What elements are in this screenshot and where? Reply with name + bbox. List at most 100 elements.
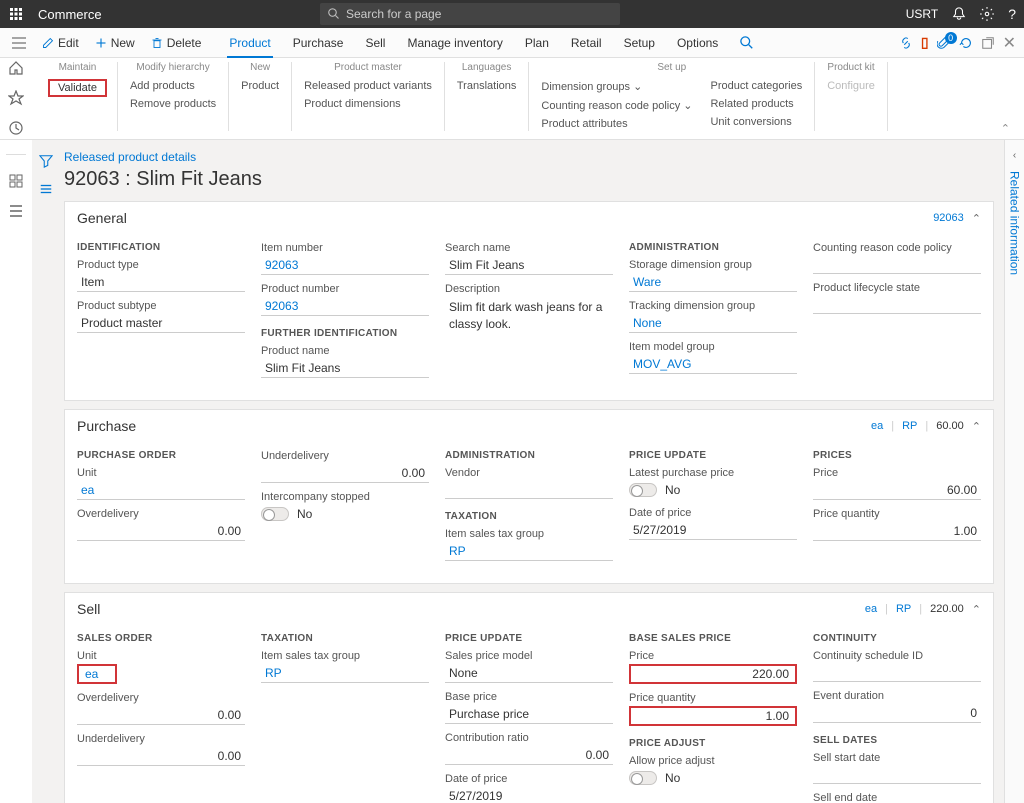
related-info-panel[interactable]: ‹ Related information [1004,140,1024,803]
latest-price-toggle[interactable] [629,483,657,497]
event-duration-field[interactable]: 0 [813,704,981,723]
categories-button[interactable]: Product categories [708,79,804,93]
workspaces-icon[interactable] [8,173,24,189]
storage-group-field[interactable]: Ware [629,273,797,292]
ribbon-group-setup-title: Set up [539,62,804,73]
purchase-overdelivery-field[interactable]: 0.00 [77,522,245,541]
sell-underdelivery-field[interactable]: 0.00 [77,747,245,766]
notifications-icon[interactable] [952,7,966,21]
sales-price-model-field[interactable]: None [445,664,613,683]
purchase-price-field[interactable]: 60.00 [813,481,981,500]
base-price-field[interactable]: Purchase price [445,705,613,724]
sell-qty-field[interactable]: 1.00 [629,706,797,726]
modules-icon[interactable] [8,203,24,219]
app-header: Commerce Search for a page USRT ? [0,0,1024,28]
popout-icon[interactable] [981,36,995,50]
delete-button[interactable]: Delete [145,36,208,50]
ribbon: Maintain Validate Modify hierarchy Add p… [0,58,1024,140]
sell-start-date-field[interactable] [813,766,981,784]
edit-button[interactable]: Edit [36,36,85,50]
attributes-button[interactable]: Product attributes [539,117,694,131]
purchase-date-field[interactable]: 5/27/2019 [629,521,797,540]
add-products-button[interactable]: Add products [128,79,218,93]
intercompany-toggle[interactable] [261,507,289,521]
tab-sell[interactable]: Sell [355,28,395,58]
tab-plan[interactable]: Plan [515,28,559,58]
product-subtype-field[interactable]: Product master [77,314,245,333]
list-icon[interactable] [39,182,53,196]
general-header[interactable]: General 92063 ⌃ [65,202,993,234]
ribbon-group-kit-title: Product kit [825,62,877,73]
tab-manage-inventory[interactable]: Manage inventory [397,28,512,58]
help-icon[interactable]: ? [1008,6,1016,22]
tab-options[interactable]: Options [667,28,728,58]
home-icon[interactable] [8,60,24,76]
purchase-qty-field[interactable]: 1.00 [813,522,981,541]
breadcrumb[interactable]: Released product details [64,150,994,164]
favorites-icon[interactable] [8,90,24,106]
sell-unit-field[interactable]: ea [77,664,117,684]
related-button[interactable]: Related products [708,97,804,111]
dim-groups-button[interactable]: Dimension groups ⌄ [539,79,694,94]
user-label[interactable]: USRT [906,7,938,21]
product-type-field[interactable]: Item [77,273,245,292]
chevron-up-icon[interactable]: ⌃ [972,420,981,433]
description-field[interactable]: Slim fit dark wash jeans for a classy lo… [445,297,613,335]
code-policy-button[interactable]: Counting reason code policy ⌄ [539,98,694,113]
ribbon-collapse-icon[interactable]: ⌃ [1001,122,1010,135]
settings-icon[interactable] [980,7,994,21]
new-product-button[interactable]: Product [239,79,281,93]
close-icon[interactable]: ✕ [1003,33,1016,53]
purchase-underdelivery-field[interactable]: 0.00 [261,464,429,483]
purchase-header[interactable]: Purchase ea| RP| 60.00 ⌃ [65,410,993,442]
translations-button[interactable]: Translations [455,79,519,93]
unitconv-button[interactable]: Unit conversions [708,115,804,129]
sell-header[interactable]: Sell ea| RP| 220.00 ⌃ [65,593,993,625]
chevron-left-icon[interactable]: ‹ [1013,150,1016,161]
filter-icon[interactable] [39,154,53,168]
configure-button: Configure [825,79,877,93]
sell-price-field[interactable]: 220.00 [629,664,797,684]
global-search[interactable]: Search for a page [320,3,620,25]
chevron-up-icon[interactable]: ⌃ [972,603,981,616]
tab-product[interactable]: Product [219,28,280,58]
dimensions-button[interactable]: Product dimensions [302,97,434,111]
sell-tax-group-field[interactable]: RP [261,664,429,683]
refresh-icon[interactable] [959,36,973,50]
allow-adjust-toggle[interactable] [629,771,657,785]
validate-button[interactable]: Validate [48,79,107,97]
search-tab-icon[interactable] [730,28,764,58]
tracking-group-field[interactable]: None [629,314,797,333]
ribbon-group-lang-title: Languages [455,62,519,73]
sell-card: Sell ea| RP| 220.00 ⌃ SALES ORDER Unitea… [64,592,994,803]
new-button[interactable]: New [89,36,141,50]
recents-icon[interactable] [8,120,24,136]
counting-policy-field[interactable] [813,256,981,274]
office-icon[interactable]: ▯ [921,34,929,51]
chevron-up-icon[interactable]: ⌃ [972,212,981,225]
link-icon[interactable] [899,36,913,50]
menu-toggle-icon[interactable] [8,37,30,49]
sell-overdelivery-field[interactable]: 0.00 [77,706,245,725]
lifecycle-state-field[interactable] [813,296,981,314]
filter-column [32,140,60,803]
product-number-field[interactable]: 92063 [261,297,429,316]
app-launcher-icon[interactable] [8,6,24,22]
purchase-unit-field[interactable]: ea [77,481,245,500]
tab-retail[interactable]: Retail [561,28,612,58]
contrib-ratio-field[interactable]: 0.00 [445,746,613,765]
search-name-field[interactable]: Slim Fit Jeans [445,256,613,275]
remove-products-button[interactable]: Remove products [128,97,218,111]
sell-date-field[interactable]: 5/27/2019 [445,787,613,803]
item-model-field[interactable]: MOV_AVG [629,355,797,374]
vendor-field[interactable] [445,481,613,499]
tab-setup[interactable]: Setup [614,28,665,58]
continuity-schedule-field[interactable] [813,664,981,682]
item-number-field[interactable]: 92063 [261,256,429,275]
purchase-tax-group-field[interactable]: RP [445,542,613,561]
variants-button[interactable]: Released product variants [302,79,434,93]
attachments-icon[interactable]: 0 [937,36,951,50]
purchase-card: Purchase ea| RP| 60.00 ⌃ PURCHASE ORDER … [64,409,994,584]
tab-purchase[interactable]: Purchase [283,28,354,58]
product-name-field[interactable]: Slim Fit Jeans [261,359,429,378]
